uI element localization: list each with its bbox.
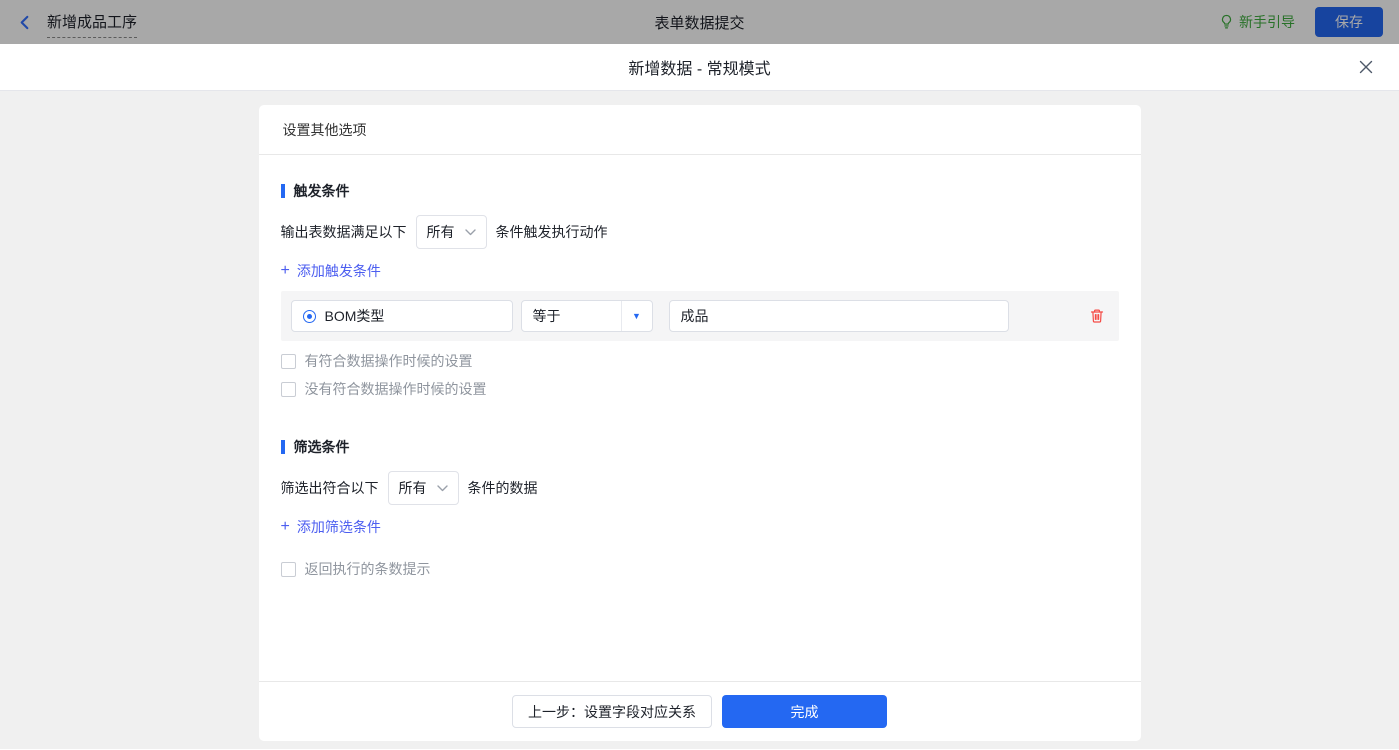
workflow-name-title[interactable]: 新增成品工序 <box>47 11 137 38</box>
modal-title: 新增数据 - 常规模式 <box>628 55 770 79</box>
filter-section-title: 筛选条件 <box>281 437 1119 457</box>
dropdown-triangle-icon: ▼ <box>621 301 652 331</box>
option-return-count-tip[interactable]: 返回执行的条数提示 <box>281 559 1119 579</box>
filter-sentence-suffix: 条件的数据 <box>468 478 538 498</box>
close-icon[interactable] <box>1358 59 1374 75</box>
trigger-sentence-prefix: 输出表数据满足以下 <box>281 222 407 242</box>
chevron-down-icon <box>465 229 476 236</box>
plus-icon: + <box>281 520 290 534</box>
filter-match-select[interactable]: 所有 <box>388 471 459 505</box>
option-has-matching-data[interactable]: 有符合数据操作时候的设置 <box>281 351 1119 371</box>
card-header: 设置其他选项 <box>259 105 1141 155</box>
add-filter-condition-link[interactable]: + 添加筛选条件 <box>281 517 381 537</box>
node-title: 表单数据提交 <box>654 12 744 33</box>
trigger-sentence-suffix: 条件触发执行动作 <box>496 222 608 242</box>
card-footer: 上一步：设置字段对应关系 完成 <box>259 681 1141 741</box>
topbar-left-group: 新增成品工序 <box>16 6 137 38</box>
modal-body: 设置其他选项 触发条件 输出表数据满足以下 所有 条件触发执行动作 <box>0 91 1399 749</box>
modal-header: 新增数据 - 常规模式 <box>0 44 1399 91</box>
condition-field-label: BOM类型 <box>325 306 385 326</box>
back-chevron-icon[interactable] <box>16 14 33 31</box>
add-trigger-condition-link[interactable]: + 添加触发条件 <box>281 261 381 281</box>
filter-section: 筛选条件 筛选出符合以下 所有 条件的数据 + 添加筛选条件 返回执行 <box>281 437 1119 579</box>
checkbox-icon[interactable] <box>281 354 296 369</box>
options-card: 设置其他选项 触发条件 输出表数据满足以下 所有 条件触发执行动作 <box>259 105 1141 741</box>
trigger-section: 触发条件 输出表数据满足以下 所有 条件触发执行动作 + 添加触发条件 <box>281 181 1119 399</box>
condition-value-input[interactable] <box>669 300 1009 332</box>
condition-operator-select[interactable]: 等于 ▼ <box>521 300 653 332</box>
beginner-guide-link[interactable]: 新手引导 <box>1219 12 1295 32</box>
card-content: 触发条件 输出表数据满足以下 所有 条件触发执行动作 + 添加触发条件 <box>259 155 1141 681</box>
section-accent-bar <box>281 184 285 198</box>
trigger-match-sentence: 输出表数据满足以下 所有 条件触发执行动作 <box>281 215 1119 249</box>
trigger-section-title: 触发条件 <box>281 181 1119 201</box>
trigger-condition-row: BOM类型 等于 ▼ <box>281 291 1119 341</box>
finish-button[interactable]: 完成 <box>722 695 887 728</box>
checkbox-icon[interactable] <box>281 382 296 397</box>
delete-condition-icon[interactable] <box>1089 308 1105 324</box>
radio-field-type-icon <box>303 310 316 323</box>
topbar-right-group: 新手引导 保存 <box>1219 7 1383 37</box>
plus-icon: + <box>281 264 290 278</box>
section-accent-bar <box>281 440 285 454</box>
save-button[interactable]: 保存 <box>1315 7 1383 37</box>
option-no-matching-data[interactable]: 没有符合数据操作时候的设置 <box>281 379 1119 399</box>
top-navigation-bar: 新增成品工序 表单数据提交 新手引导 保存 <box>0 0 1399 44</box>
trigger-match-select[interactable]: 所有 <box>416 215 487 249</box>
checkbox-icon[interactable] <box>281 562 296 577</box>
lightbulb-icon <box>1219 14 1234 30</box>
beginner-guide-label: 新手引导 <box>1239 12 1295 32</box>
filter-match-sentence: 筛选出符合以下 所有 条件的数据 <box>281 471 1119 505</box>
prev-step-button[interactable]: 上一步：设置字段对应关系 <box>512 695 712 728</box>
chevron-down-icon <box>437 485 448 492</box>
filter-sentence-prefix: 筛选出符合以下 <box>281 478 379 498</box>
condition-field-select[interactable]: BOM类型 <box>291 300 513 332</box>
